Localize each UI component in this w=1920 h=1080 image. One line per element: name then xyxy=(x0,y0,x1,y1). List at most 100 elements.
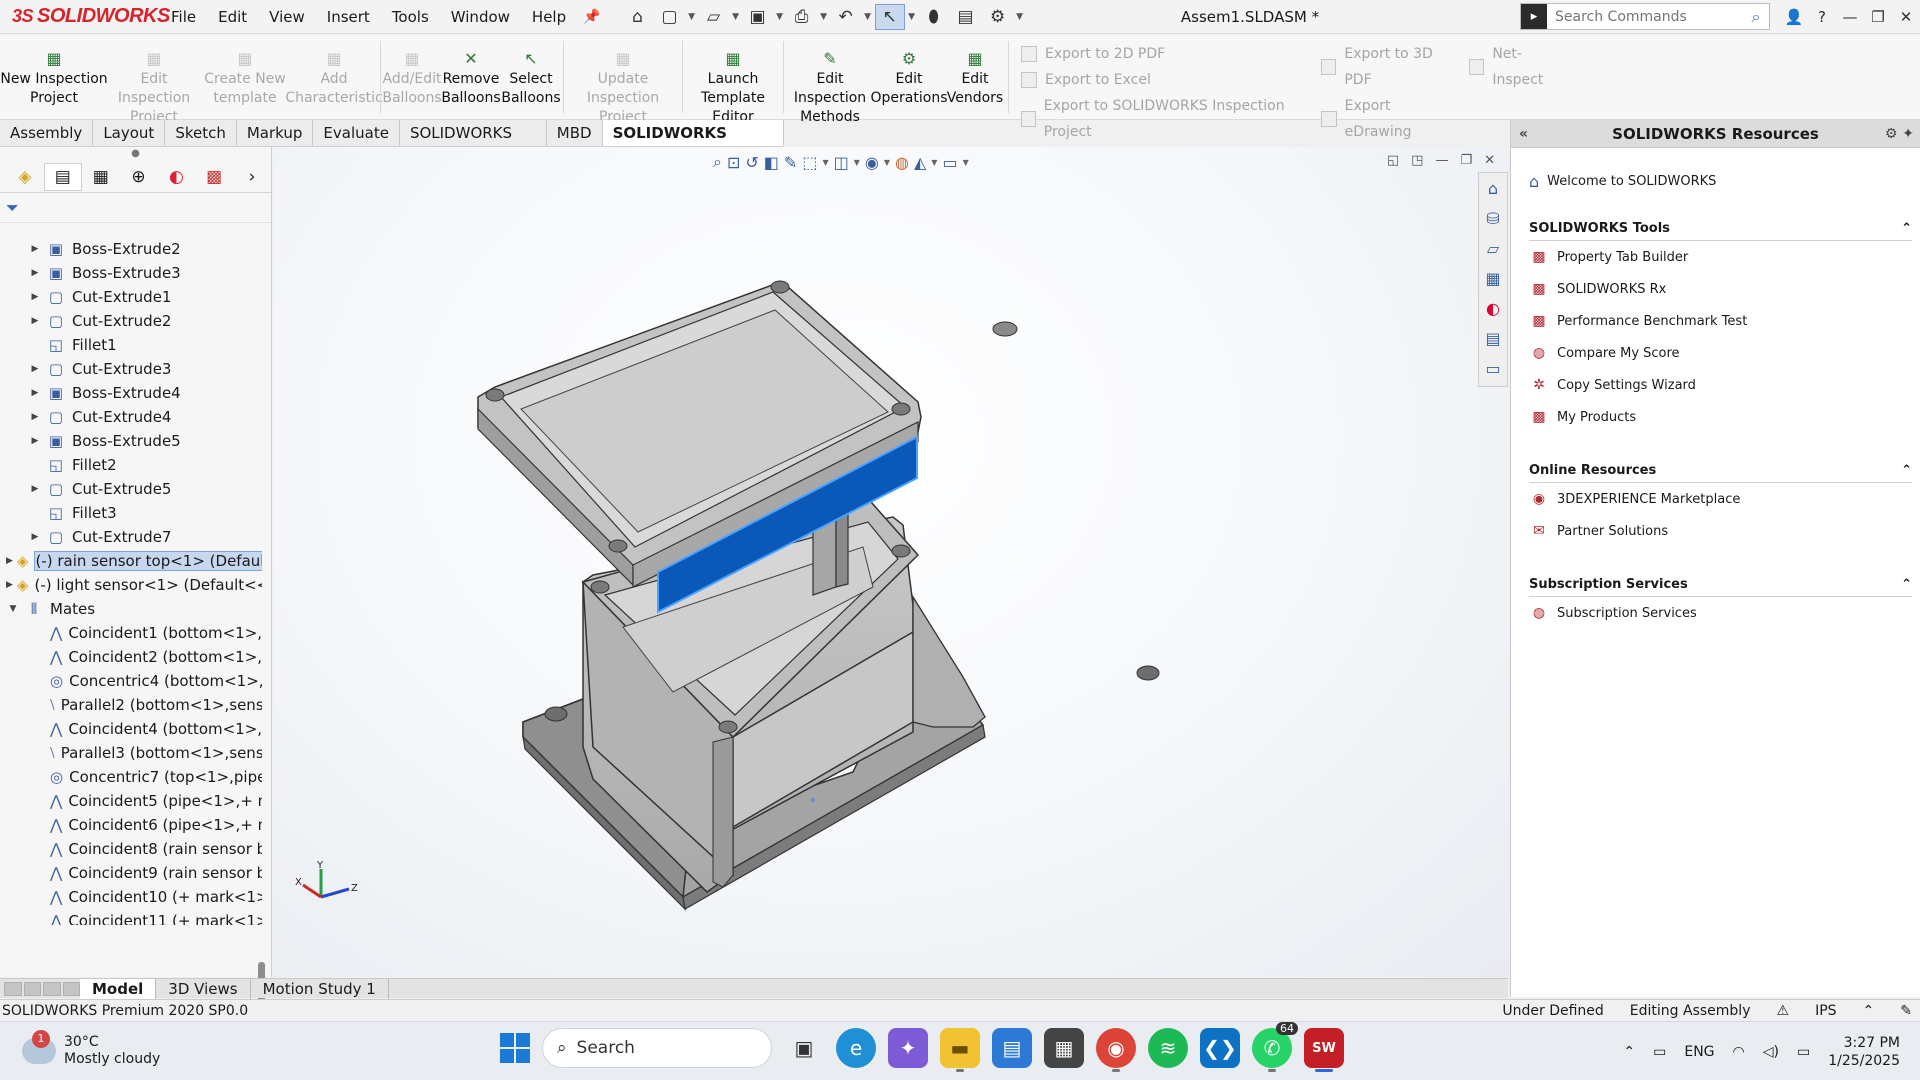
tab-markup[interactable]: Markup xyxy=(237,120,314,146)
collapse-icon[interactable]: ⌃ xyxy=(1901,221,1912,236)
rain-sensor-top-part[interactable] xyxy=(477,280,1018,614)
new-document-icon[interactable]: ▢ xyxy=(655,4,685,30)
tree-node-fillet3[interactable]: ◱ Fillet3 xyxy=(0,501,262,525)
tree-node-coincident11-mark-1-l[interactable]: ⋀ Coincident11 (+ mark<1>,l xyxy=(0,909,262,925)
tree-node-coincident5-pipe-1-m[interactable]: ⋀ Coincident5 (pipe<1>,+ m xyxy=(0,789,262,813)
chevron-right-icon[interactable]: › xyxy=(233,163,271,191)
volume-icon[interactable]: ◁) xyxy=(1763,1044,1779,1060)
tree-node-cut-extrude7[interactable]: ▶ ▢ Cut-Extrude7 xyxy=(0,525,262,549)
expand-arrow-icon[interactable]: ▼ xyxy=(6,604,20,614)
units-caret-icon[interactable]: ⌃ xyxy=(1863,1003,1875,1019)
resource-link-copy-settings-wizard[interactable]: ✲ Copy Settings Wizard xyxy=(1529,369,1912,401)
home-icon[interactable]: ⌂ xyxy=(623,4,653,30)
tree-node-fillet1[interactable]: ◱ Fillet1 xyxy=(0,333,262,357)
menu-tools[interactable]: Tools xyxy=(381,0,440,34)
forum-icon[interactable]: ▭ xyxy=(1485,359,1500,381)
filter-icon[interactable]: ⏷ xyxy=(0,193,271,223)
spotify-icon[interactable]: ≋ xyxy=(1148,1028,1188,1068)
tab-evaluate[interactable]: Evaluate xyxy=(313,120,400,146)
export-to-2d-pdf-button[interactable]: Export to 2D PDF xyxy=(1021,41,1311,67)
tablet-mode-icon[interactable]: ▭ xyxy=(1653,1044,1666,1060)
select-pointer-icon[interactable]: ↖ xyxy=(874,3,905,30)
cam-tab-icon[interactable]: ▩ xyxy=(195,163,233,191)
search-scope-icon[interactable]: ▸ xyxy=(1521,4,1547,29)
menu-window[interactable]: Window xyxy=(440,0,521,34)
resource-link-3dexperience-marketplace[interactable]: ◉ 3DEXPERIENCE Marketplace xyxy=(1529,483,1912,515)
restore-button[interactable]: ❐ xyxy=(1864,8,1892,26)
tree-node-rain-sensor-top-1-defaul[interactable]: ▶ ◈ (-) rain sensor top<1> (Defaul xyxy=(0,549,262,573)
tree-node-cut-extrude2[interactable]: ▶ ▢ Cut-Extrude2 xyxy=(0,309,262,333)
vscode-icon[interactable]: ❮❯ xyxy=(1200,1028,1240,1068)
tree-node-cut-extrude4[interactable]: ▶ ▢ Cut-Extrude4 xyxy=(0,405,262,429)
expand-arrow-icon[interactable]: ▶ xyxy=(28,412,42,422)
open-folder-icon[interactable]: ▱ xyxy=(699,4,729,30)
expand-arrow-icon[interactable]: ▶ xyxy=(28,436,42,446)
menu-view[interactable]: View xyxy=(258,0,316,34)
expand-arrow-icon[interactable]: ▶ xyxy=(28,316,42,326)
options-gear-icon[interactable]: ⚙ xyxy=(983,4,1013,30)
export-to-excel-button[interactable]: Export to Excel xyxy=(1021,67,1311,93)
collapse-icon[interactable]: ⌃ xyxy=(1901,577,1912,592)
configuration-manager-tab-icon[interactable]: ▦ xyxy=(82,163,120,191)
menu-help[interactable]: Help xyxy=(521,0,577,34)
tree-node-boss-extrude4[interactable]: ▶ ▣ Boss-Extrude4 xyxy=(0,381,262,405)
edit-operations-button[interactable]: ⚙ Edit Operations xyxy=(871,35,948,119)
customize-icon[interactable]: ✎ xyxy=(1900,1003,1912,1019)
minimize-button[interactable]: — xyxy=(1836,8,1864,26)
notepad-icon[interactable]: ▤ xyxy=(992,1028,1032,1068)
tab-layout[interactable]: Layout xyxy=(93,120,166,146)
save-icon[interactable]: ▣ xyxy=(743,4,773,30)
undo-icon[interactable]: ↶ xyxy=(831,4,861,30)
graphics-area[interactable]: ⌕ ⊡ ↺ ◧ ✎ ⬚ ▼ ◫ ▼ ◉ ▼ ◍ ◭ ▼ ▭ ▼ ◱ ◳ — ❐ … xyxy=(273,147,1509,977)
tab-solidworks-inspection[interactable]: SOLIDWORKS Inspection xyxy=(602,120,784,168)
chrome-icon[interactable]: ◉ xyxy=(1096,1028,1136,1072)
expand-arrow-icon[interactable]: ▶ xyxy=(28,268,42,278)
tree-node-coincident1-bottom-1-t[interactable]: ⋀ Coincident1 (bottom<1>,t xyxy=(0,621,262,645)
whatsapp-icon[interactable]: ✆ 64 xyxy=(1252,1022,1298,1072)
new-inspection-project-button[interactable]: ▦ New Inspection Project xyxy=(0,35,108,119)
tray-chevron-up-icon[interactable]: ⌃ xyxy=(1623,1044,1635,1060)
rebuild-icon[interactable]: ⚠ xyxy=(1777,1003,1790,1019)
tab-assembly[interactable]: Assembly xyxy=(0,120,94,146)
search-commands-input[interactable] xyxy=(1547,5,1743,28)
file-properties-icon[interactable]: ▤ xyxy=(951,4,981,30)
expand-arrow-icon[interactable]: ▶ xyxy=(28,484,42,494)
view-palette-icon[interactable]: ▦ xyxy=(1485,269,1500,291)
tab-scroll-arrows[interactable] xyxy=(0,981,80,996)
section-header[interactable]: Subscription Services ⌃ xyxy=(1529,577,1912,597)
battery-icon[interactable]: ▭ xyxy=(1797,1044,1810,1060)
tree-node-boss-extrude2[interactable]: ▶ ▣ Boss-Extrude2 xyxy=(0,237,262,261)
resources-home-icon[interactable]: ⌂ xyxy=(1488,179,1498,201)
expand-arrow-icon[interactable]: ▶ xyxy=(6,580,13,590)
expand-arrow-icon[interactable]: ▶ xyxy=(28,244,42,254)
save-dropdown-icon[interactable]: ▼ xyxy=(775,12,785,22)
solidworks-logo[interactable]: 3S SOLIDWORKS xyxy=(0,0,170,34)
open-dropdown-icon[interactable]: ▼ xyxy=(731,12,741,22)
assembly-model[interactable] xyxy=(273,147,1509,977)
resource-link-solidworks-rx[interactable]: ▩ SOLIDWORKS Rx xyxy=(1529,273,1912,305)
expand-arrow-icon[interactable]: ▶ xyxy=(6,556,13,566)
copilot-icon[interactable]: ✦ xyxy=(888,1028,928,1068)
resource-link-subscription-services[interactable]: ◍ Subscription Services xyxy=(1529,597,1912,629)
property-manager-tab-icon[interactable]: ▤ xyxy=(43,162,82,191)
create-new-template-button[interactable]: ▦ Create New template xyxy=(200,35,290,119)
tree-node-coincident10-mark-1-l[interactable]: ⋀ Coincident10 (+ mark<1>,l xyxy=(0,885,262,909)
tree-node-coincident8-rain-sensor-bo[interactable]: ⋀ Coincident8 (rain sensor bo xyxy=(0,837,262,861)
units-selector[interactable]: IPS xyxy=(1815,1003,1836,1019)
tree-node-mates[interactable]: ▼ ⫴ Mates xyxy=(0,597,262,621)
rebuild-traffic-light-icon[interactable]: ⬮ xyxy=(919,4,949,30)
pin-menu-icon[interactable]: 📌 xyxy=(583,9,600,25)
expand-arrow-icon[interactable]: ▶ xyxy=(28,364,42,374)
tab-sketch[interactable]: Sketch xyxy=(165,120,237,146)
pane-settings-icon[interactable]: ⚙ ✦ xyxy=(1885,126,1914,142)
resource-link-my-products[interactable]: ▩ My Products xyxy=(1529,401,1912,433)
welcome-link[interactable]: ⌂ Welcome to SOLIDWORKS xyxy=(1529,172,1920,191)
tree-node-parallel3-bottom-1-sens[interactable]: ⧵ Parallel3 (bottom<1>,sens xyxy=(0,741,262,765)
start-windows-icon[interactable] xyxy=(500,1033,530,1063)
wifi-icon[interactable]: ◠ xyxy=(1733,1044,1745,1060)
file-explorer-icon[interactable]: ▬ xyxy=(940,1028,980,1072)
resource-link-performance-benchmark-test[interactable]: ▩ Performance Benchmark Test xyxy=(1529,305,1912,337)
dimxpert-tab-icon[interactable]: ⊕ xyxy=(120,163,158,191)
select-dropdown-icon[interactable]: ▼ xyxy=(907,12,917,22)
edit-inspection-project-button[interactable]: ▦ Edit Inspection Project xyxy=(108,35,200,125)
